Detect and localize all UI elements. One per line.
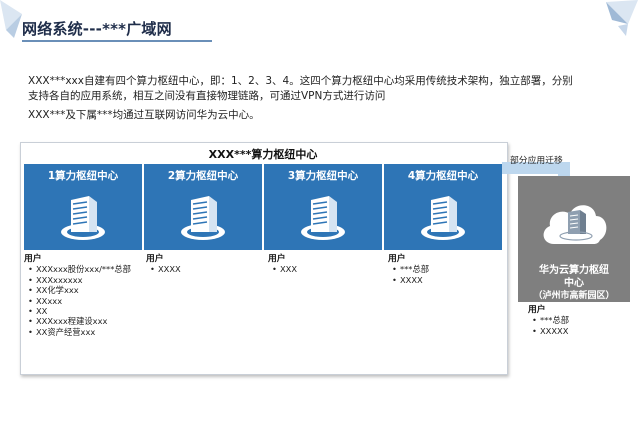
cloud-title-line-1: 华为云算力枢纽: [539, 265, 609, 276]
list-item: XX资产经营xxx: [28, 327, 131, 338]
intro-line-1: XXX***xxx自建有四个算力枢纽中心，即：1、2、3、4。这四个算力枢纽中心…: [28, 75, 573, 87]
hub-label: 1算力枢纽中心: [47, 170, 119, 182]
datacenter-building-icon: [301, 196, 345, 240]
datacenter-building-icon: [421, 196, 465, 240]
users-heading: 用户: [388, 254, 406, 264]
cloud-hub-title: 华为云算力枢纽 中心 （泸州市高新园区）: [518, 264, 630, 303]
hub-card-3: 3算力枢纽中心: [264, 164, 382, 250]
hub-label: 2算力枢纽中心: [167, 170, 239, 182]
users-heading: 用户: [528, 305, 546, 315]
list-item: XX: [28, 306, 131, 317]
page-title: 网络系统---***广域网: [22, 20, 172, 38]
corner-decoration-top-right: [606, 0, 638, 36]
users-list: ***总部 XXXXX: [528, 315, 569, 336]
users-heading: 用户: [268, 254, 286, 264]
users-list: XXX: [268, 264, 297, 275]
users-list: ***总部 XXXX: [388, 264, 429, 285]
users-heading: 用户: [24, 254, 42, 264]
users-list: XXXxxx股份xxx/***总部 XXXxxxxxx XX化学xxx XXxx…: [24, 264, 131, 337]
users-heading: 用户: [146, 254, 164, 264]
hub-card-1: 1算力枢纽中心: [24, 164, 142, 250]
list-item: XXXXX: [532, 326, 569, 337]
hub-card-4: 4算力枢纽中心: [384, 164, 502, 250]
list-item: XXXxxx股份xxx/***总部: [28, 264, 131, 275]
hub-users-4: 用户 ***总部 XXXX: [388, 254, 429, 286]
hub-users-3: 用户 XXX: [268, 254, 297, 275]
hub-group-title: XXX***算力枢纽中心: [208, 148, 318, 161]
hub-users-2: 用户 XXXX: [146, 254, 181, 275]
hub-users-1: 用户 XXXxxx股份xxx/***总部 XXXxxxxxx XX化学xxx X…: [24, 254, 131, 338]
cloud-users: 用户 ***总部 XXXXX: [528, 305, 569, 337]
hub-card-2: 2算力枢纽中心: [144, 164, 262, 250]
migration-label: 部分应用迁移: [510, 156, 563, 166]
title-underline: [22, 40, 212, 42]
cloud-title-line-3: （泸州市高新园区）: [533, 291, 615, 301]
list-item: XXXX: [392, 275, 429, 286]
users-list: XXXX: [146, 264, 181, 275]
datacenter-building-icon: [181, 196, 225, 240]
datacenter-building-icon: [61, 196, 105, 240]
list-item: XX化学xxx: [28, 285, 131, 296]
list-item: XXXxxx程建设xxx: [28, 316, 131, 327]
intro-line-2: 支持各自的应用系统，相互之间没有直接物理链路，可通过VPN方式进行访问: [28, 90, 386, 102]
list-item: XXXxxxxxx: [28, 275, 131, 286]
hub-label: 3算力枢纽中心: [287, 170, 359, 182]
list-item: XXX: [272, 264, 297, 275]
intro-line-3: XXX***及下属***均通过互联网访问华为云中心。: [28, 109, 260, 121]
cloud-title-line-2: 中心: [564, 278, 584, 289]
list-item: XXxxx: [28, 296, 131, 307]
hub-label: 4算力枢纽中心: [407, 170, 479, 182]
list-item: ***总部: [392, 264, 429, 275]
cloud-server-icon: [543, 205, 607, 244]
list-item: ***总部: [532, 315, 569, 326]
list-item: XXXX: [150, 264, 181, 275]
